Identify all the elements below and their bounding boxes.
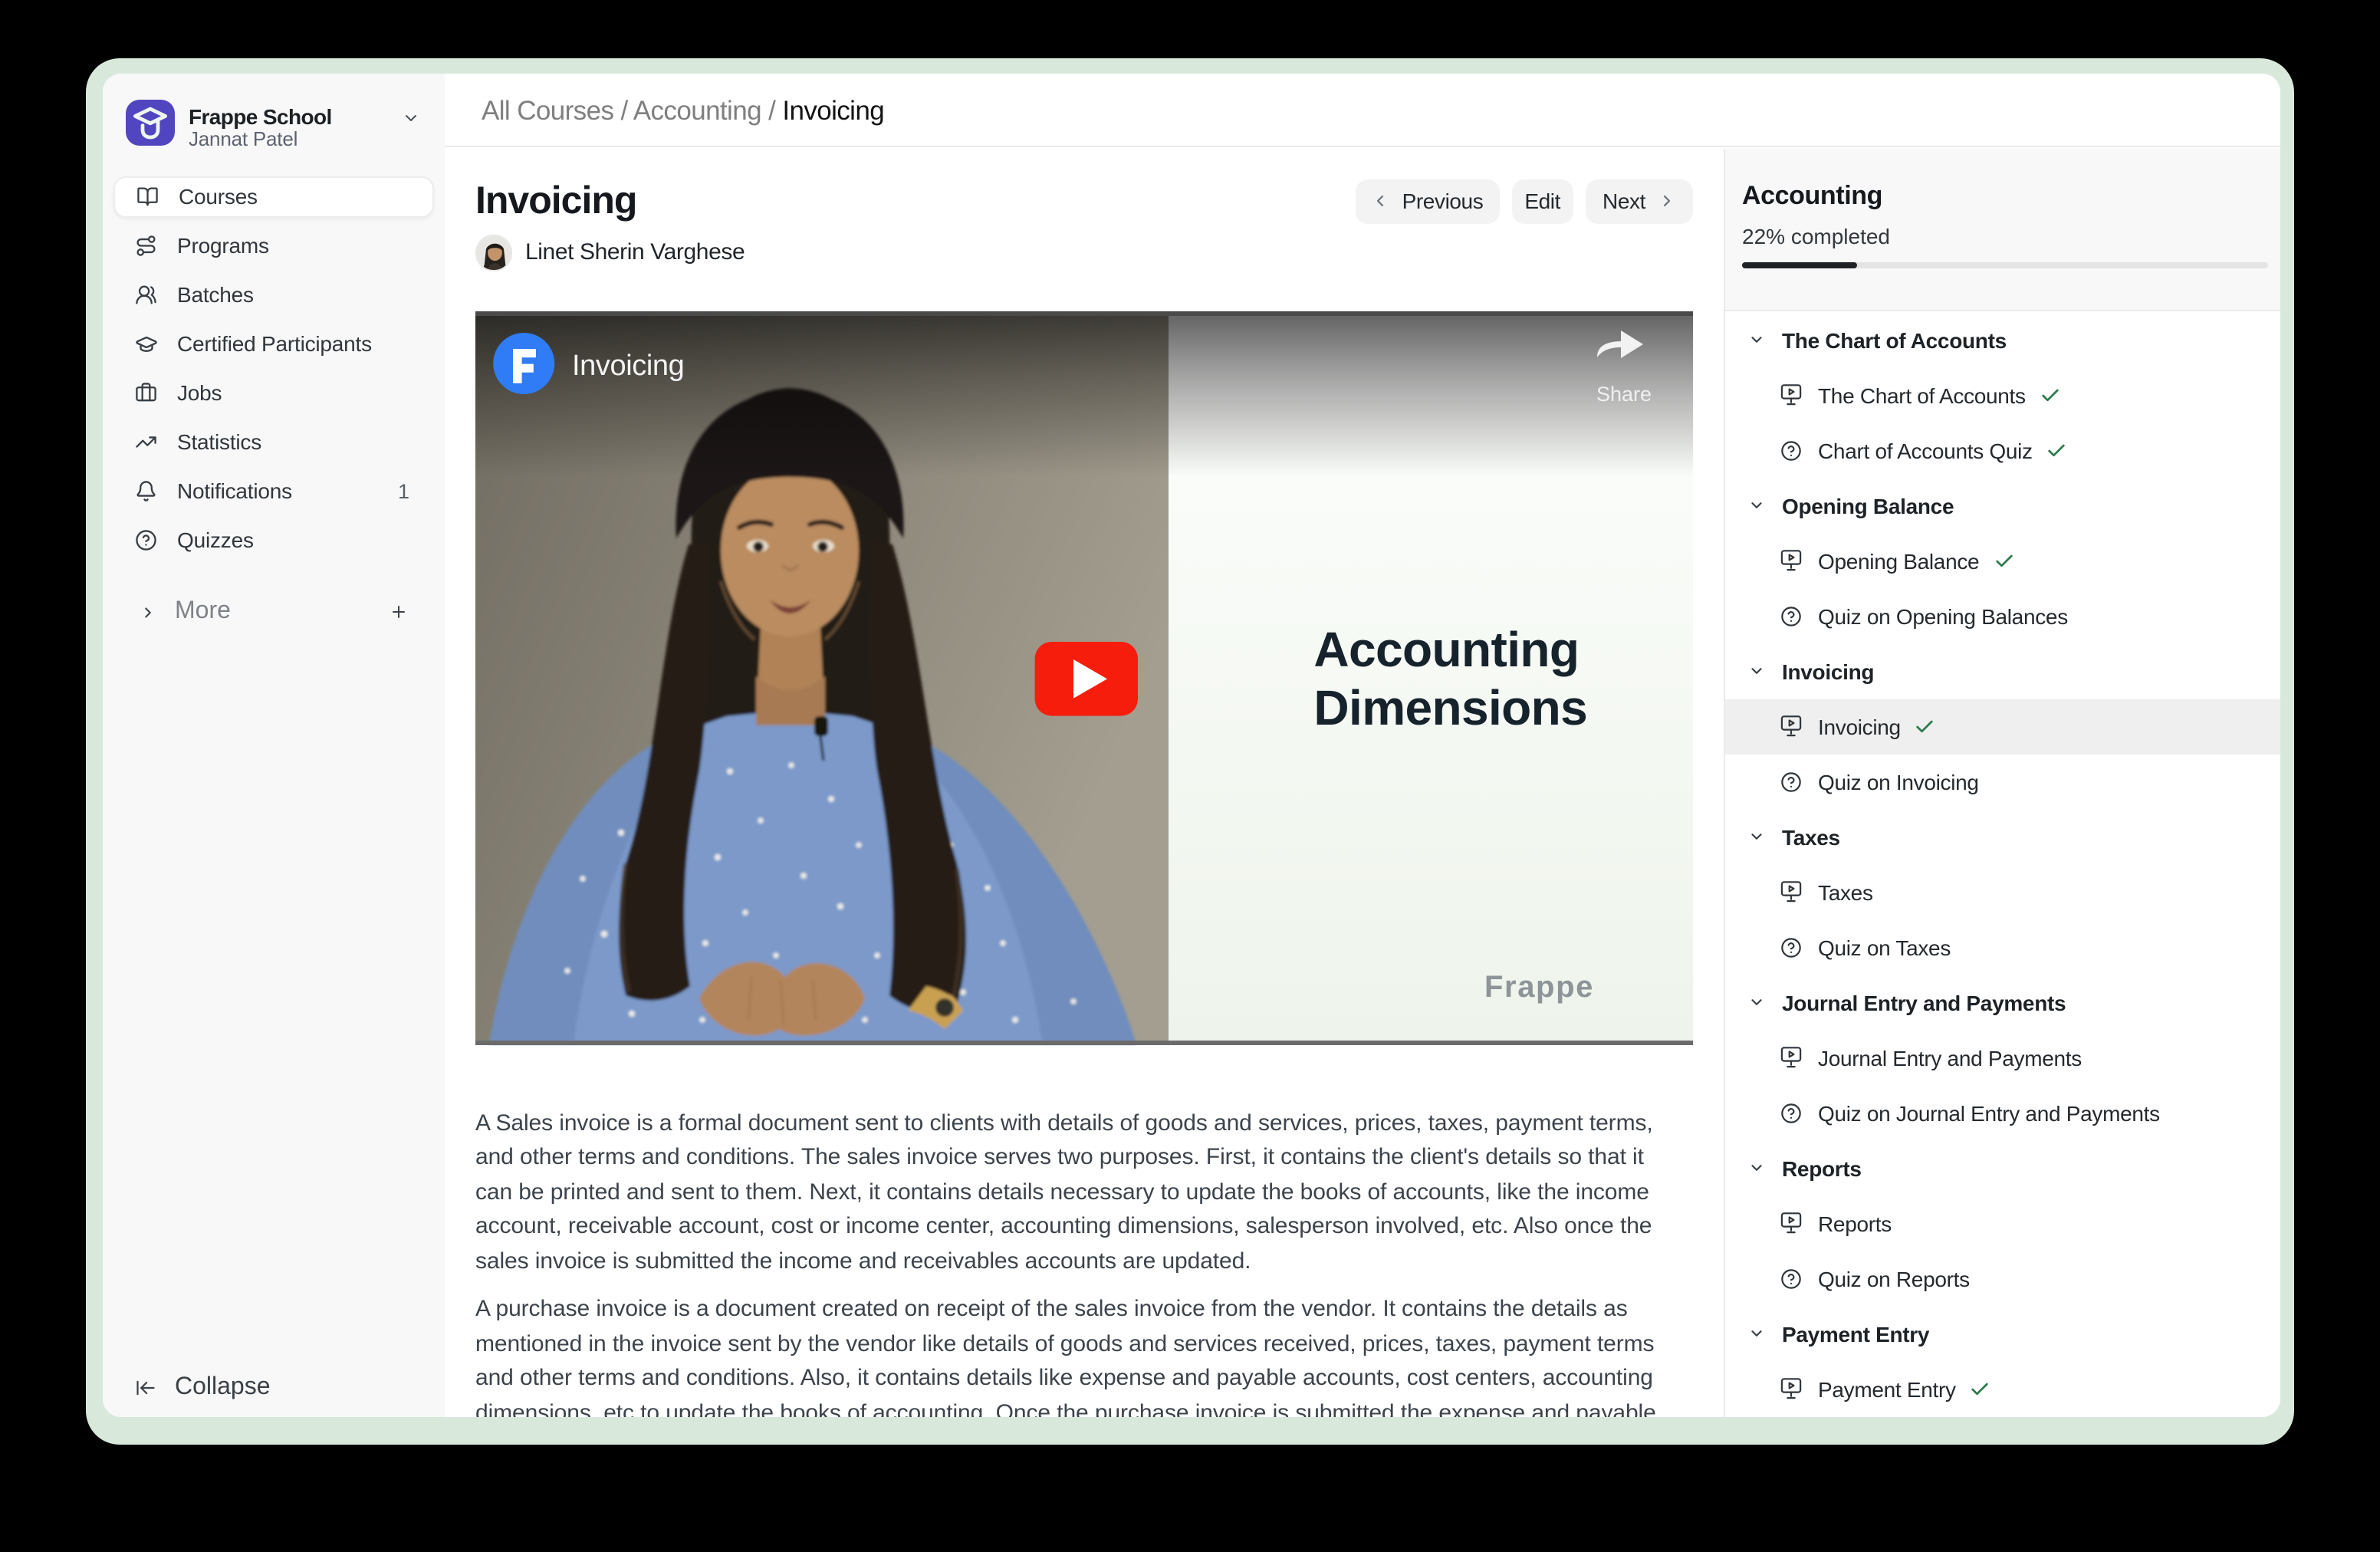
svg-text:Accounting: Accounting	[1313, 622, 1579, 677]
svg-text:Invoicing: Invoicing	[572, 350, 684, 382]
svg-text:Frappe: Frappe	[1484, 970, 1594, 1004]
svg-text:Dimensions: Dimensions	[1313, 680, 1587, 735]
svg-text:Share: Share	[1596, 383, 1652, 406]
